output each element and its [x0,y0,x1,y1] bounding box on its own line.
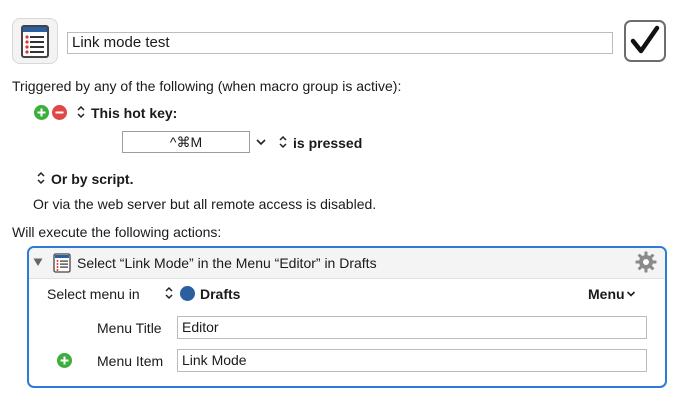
updown-chevron-icon[interactable] [76,104,86,120]
remove-trigger-button[interactable] [52,105,67,120]
menu-item-label: Menu Item [97,353,164,369]
macro-name-field[interactable]: Link mode test [67,32,613,54]
updown-chevron-icon[interactable] [278,134,288,150]
macro-icon [12,18,58,64]
drafts-app-icon [180,286,195,301]
chevron-down-icon[interactable] [626,290,636,298]
menu-item-field[interactable]: Link Mode [177,349,647,372]
enable-macro-checkbox[interactable] [624,20,666,62]
remove-circle-icon [55,111,64,114]
hotkey-trigger-label: This hot key: [91,105,178,121]
hotkey-condition-select[interactable]: is pressed [293,134,362,152]
triggers-heading: Triggered by any of the following (when … [12,78,402,94]
macro-list-icon [21,25,49,58]
actions-heading: Will execute the following actions: [12,224,222,240]
updown-chevron-icon[interactable] [164,285,174,301]
add-menu-item-button[interactable] [57,353,72,368]
menu-title-label: Menu Title [97,320,162,336]
add-circle-icon [60,356,69,365]
add-circle-icon [37,108,46,117]
web-server-note: Or via the web server but all remote acc… [33,196,377,212]
hotkey-input[interactable]: ^⌘M [122,131,250,153]
menu-title-field[interactable]: Editor [177,316,647,339]
checkmark-icon [630,25,660,54]
action-select-menu[interactable]: Select “Link Mode” in the Menu “Editor” … [27,246,667,388]
menu-dropdown[interactable]: Menu [588,285,625,303]
add-trigger-button[interactable] [34,105,49,120]
select-menu-label: Select menu in [47,286,140,302]
disclosure-triangle-icon[interactable] [33,257,43,267]
action-list-icon [53,253,71,273]
action-title: Select “Link Mode” in the Menu “Editor” … [77,255,377,271]
updown-chevron-icon[interactable] [36,170,46,186]
target-app-select[interactable]: Drafts [200,285,240,303]
chevron-down-icon[interactable] [255,137,267,147]
gear-icon[interactable] [635,251,657,273]
script-trigger-label: Or by script. [51,171,134,187]
